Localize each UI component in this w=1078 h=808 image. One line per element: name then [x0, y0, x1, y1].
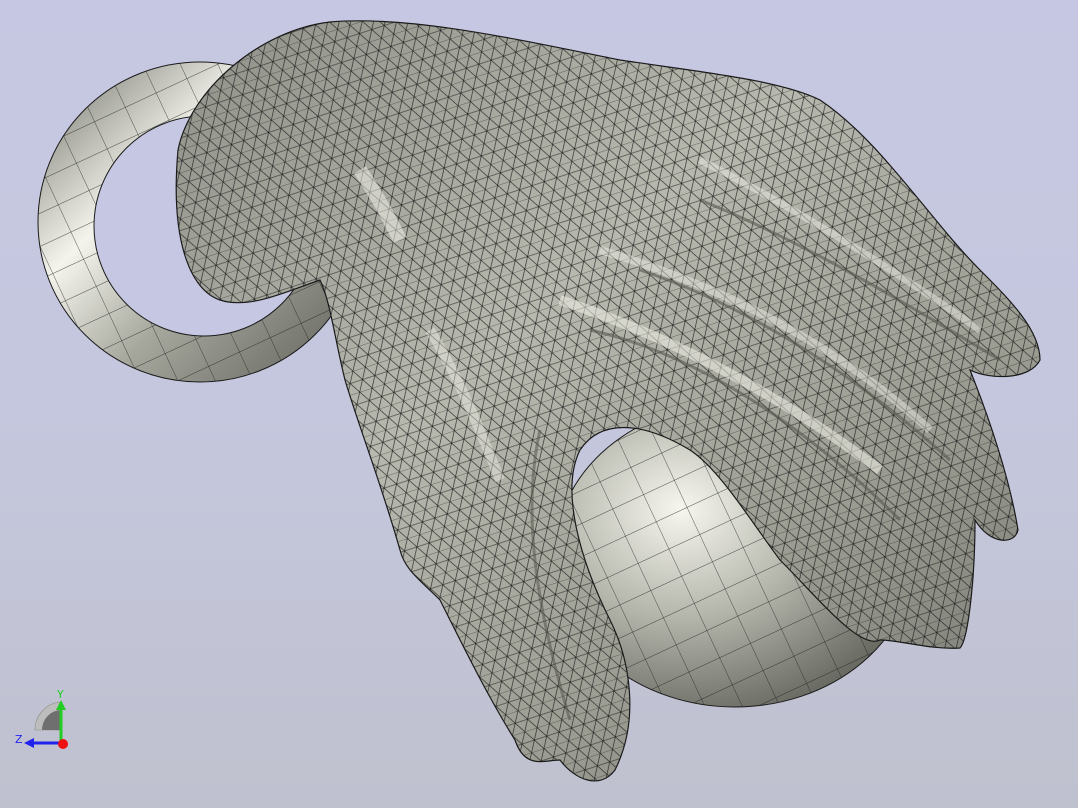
z-axis-label: Z [15, 733, 23, 746]
z-axis-arrow-icon [24, 738, 34, 748]
model-view[interactable] [0, 0, 1078, 808]
3d-viewport[interactable]: Y Z [0, 0, 1078, 808]
axis-triad: Y Z [15, 688, 68, 749]
hand-mesh [175, 20, 1041, 782]
y-axis-label: Y [56, 688, 64, 701]
x-axis-dot-icon [58, 739, 68, 749]
